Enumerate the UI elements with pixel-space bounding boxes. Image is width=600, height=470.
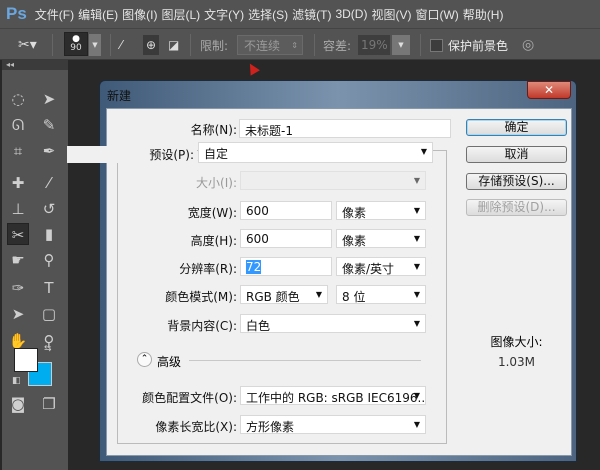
size-label: 大小(I): — [196, 176, 237, 190]
image-size-label: 图像大小: — [490, 335, 543, 349]
delete-preset-button: 删除预设(D)... — [466, 199, 567, 216]
background-eraser-tool-icon[interactable]: ✂ — [7, 223, 29, 245]
menu-select[interactable]: 选择(S) — [248, 6, 288, 23]
sampling-background-icon[interactable]: ◪ — [168, 35, 179, 55]
quick-mask-icon[interactable]: ◙ — [7, 393, 29, 415]
stamp-tool-icon[interactable]: ⊥ — [7, 198, 29, 220]
menu-3d[interactable]: 3D(D) — [335, 7, 367, 21]
collapse-icon[interactable]: ◂◂ — [2, 60, 68, 70]
protect-foreground-label: 保护前景色 — [448, 38, 509, 53]
path-select-tool-icon[interactable]: ➤ — [7, 303, 29, 325]
close-button[interactable]: ✕ — [527, 81, 571, 99]
preset-select[interactable]: 自定 — [198, 142, 433, 163]
photoshop-logo: Ps — [6, 4, 27, 23]
background-contents-label: 背景内容(C): — [167, 319, 237, 333]
advanced-toggle-icon[interactable]: ⌃ — [137, 352, 152, 367]
crop-tool-icon[interactable]: ⌗ — [7, 140, 29, 162]
width-unit-select[interactable]: 像素 — [336, 201, 426, 220]
tolerance-input[interactable]: 19% — [358, 35, 390, 55]
pressure-icon[interactable]: ◎ — [522, 35, 534, 55]
height-unit-select[interactable]: 像素 — [336, 229, 426, 248]
advanced-label: 高级 — [157, 355, 182, 369]
tolerance-label: 容差: — [323, 38, 352, 53]
menu-type[interactable]: 文字(Y) — [204, 6, 244, 23]
background-contents-select[interactable]: 白色 — [240, 314, 426, 333]
foreground-color-swatch[interactable] — [14, 348, 38, 372]
width-input[interactable]: 600 — [240, 201, 332, 220]
menu-bar: Ps 文件(F) 编辑(E) 图像(I) 图层(L) 文字(Y) 选择(S) 滤… — [0, 0, 600, 28]
resolution-label: 分辨率(R): — [179, 262, 237, 276]
protect-foreground-checkbox[interactable] — [430, 39, 443, 52]
resolution-unit-select[interactable]: 像素/英寸 — [336, 257, 426, 276]
lasso-tool-icon[interactable]: ᘏ — [7, 114, 29, 136]
menu-filter[interactable]: 滤镜(T) — [292, 6, 331, 23]
height-label: 高度(H): — [190, 234, 237, 248]
menu-help[interactable]: 帮助(H) — [463, 6, 504, 23]
menu-layer[interactable]: 图层(L) — [161, 6, 200, 23]
color-profile-select[interactable]: 工作中的 RGB: sRGB IEC6196... — [240, 386, 426, 405]
save-preset-button[interactable]: 存储预设(S)... — [466, 173, 567, 190]
move-tool-icon[interactable]: ➤ — [38, 88, 60, 110]
options-bar: ✂▾ ● 90 ▼ ⁄ ⊕ ◪ 限制: 不连续 ⇕ 容差: 19% ▼ 保护前景色 … — [0, 28, 600, 60]
dodge-tool-icon[interactable]: ⚲ — [38, 249, 60, 271]
menu-file[interactable]: 文件(F) — [35, 6, 74, 23]
limit-label: 限制: — [200, 38, 229, 53]
color-profile-label: 颜色配置文件(O): — [142, 391, 237, 405]
tolerance-dropdown[interactable]: ▼ — [392, 35, 410, 55]
default-colors-icon[interactable]: ◧ — [12, 376, 21, 386]
dialog-body: 名称(N): 未标题-1 预设(P): 自定 大小(I): 宽度(W): 600… — [67, 108, 572, 456]
height-input[interactable]: 600 — [240, 229, 332, 248]
eraser-tool-preset-icon[interactable]: ✂▾ — [18, 35, 37, 55]
color-mode-label: 颜色模式(M): — [165, 290, 237, 304]
shape-tool-icon[interactable]: ▢ — [38, 303, 60, 325]
sampling-once-icon[interactable]: ⊕ — [143, 35, 160, 55]
cursor-icon: ▲ — [243, 58, 262, 78]
color-mode-select[interactable]: RGB 颜色 — [240, 285, 328, 304]
dialog-title: 新建 — [107, 89, 132, 103]
pen-tool-icon[interactable]: ✑ — [7, 277, 29, 299]
smudge-tool-icon[interactable]: ☛ — [7, 249, 29, 271]
brush-dropdown-arrow[interactable]: ▼ — [89, 34, 101, 56]
tools-panel: ◂◂ ◌ ➤ ᘏ ✎ ⌗ ✒ ✚ ⁄ ⊥ ↺ ✂ ▮ ☛ ⚲ ✑ T ➤ ▢ ✋… — [2, 60, 68, 470]
size-select — [240, 171, 426, 190]
quick-select-tool-icon[interactable]: ✎ — [38, 114, 60, 136]
history-brush-tool-icon[interactable]: ↺ — [38, 198, 60, 220]
menu-image[interactable]: 图像(I) — [122, 6, 157, 23]
resolution-input[interactable]: 72 — [240, 257, 332, 276]
limit-value: 不连续 — [244, 38, 281, 53]
healing-brush-tool-icon[interactable]: ✚ — [7, 172, 29, 194]
gradient-tool-icon[interactable]: ▮ — [38, 223, 60, 245]
pixel-aspect-label: 像素长宽比(X): — [155, 420, 237, 434]
type-tool-icon[interactable]: T — [38, 277, 60, 299]
brush-size-picker[interactable]: ● 90 — [64, 32, 88, 56]
name-input[interactable]: 未标题-1 — [239, 119, 451, 138]
width-label: 宽度(W): — [187, 206, 237, 220]
screen-mode-icon[interactable]: ❐ — [38, 393, 60, 415]
cancel-button[interactable]: 取消 — [466, 146, 567, 163]
swap-colors-icon[interactable]: ⇆ — [44, 344, 52, 354]
new-document-dialog: 新建 ✕ 名称(N): 未标题-1 预设(P): 自定 大小(I): 宽度(W)… — [67, 80, 577, 462]
image-size-value: 1.03M — [497, 355, 536, 369]
bit-depth-select[interactable]: 8 位 — [336, 285, 426, 304]
ok-button[interactable]: 确定 — [466, 119, 567, 136]
name-label: 名称(N): — [190, 123, 237, 137]
pixel-aspect-select[interactable]: 方形像素 — [240, 415, 426, 434]
marquee-tool-icon[interactable]: ◌ — [7, 88, 29, 110]
limit-select[interactable]: 不连续 ⇕ — [237, 35, 303, 55]
menu-edit[interactable]: 编辑(E) — [78, 6, 118, 23]
menu-view[interactable]: 视图(V) — [371, 6, 411, 23]
preset-label: 预设(P): — [67, 146, 197, 163]
brush-tool-icon[interactable]: ⁄ — [38, 172, 60, 194]
menu-window[interactable]: 窗口(W) — [415, 6, 458, 23]
eyedropper-tool-icon[interactable]: ✒ — [38, 140, 60, 162]
resolution-value: 72 — [246, 260, 262, 274]
sampling-continuous-icon[interactable]: ⁄ — [120, 35, 122, 55]
brush-size-value: 90 — [70, 43, 82, 53]
advanced-divider — [189, 360, 421, 361]
